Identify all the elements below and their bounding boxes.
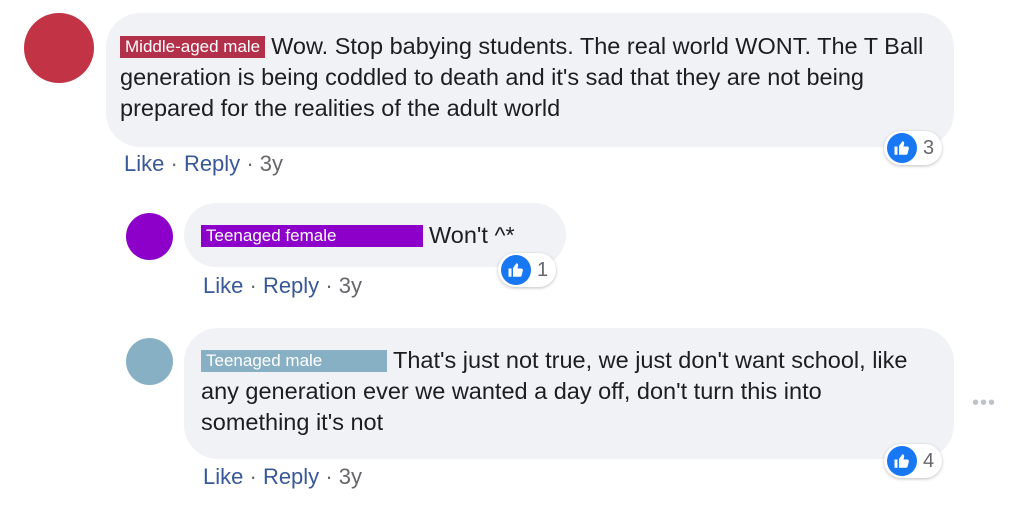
separator: ·: [249, 464, 257, 489]
reaction-count[interactable]: 3: [884, 131, 943, 165]
commenter-label: Middle-aged male: [120, 36, 266, 58]
comment-bubble: Teenaged male That's just not true, we ju…: [184, 328, 954, 459]
separator: ·: [249, 273, 257, 298]
avatar[interactable]: [126, 213, 173, 260]
thumbs-up-icon: [501, 255, 531, 285]
reply-link[interactable]: Reply: [184, 151, 240, 176]
comment-text: Won't ^*: [429, 222, 515, 248]
separator: ·: [325, 273, 333, 298]
reaction-count[interactable]: 4: [884, 444, 943, 478]
separator: ·: [325, 464, 333, 489]
separator: ·: [246, 151, 254, 176]
reply-link[interactable]: Reply: [263, 464, 319, 489]
commenter-label: Teenaged female: [201, 225, 423, 247]
comment-actions: Like · Reply · 3y: [203, 273, 362, 299]
reply-link[interactable]: Reply: [263, 273, 319, 298]
like-link[interactable]: Like: [203, 273, 243, 298]
like-link[interactable]: Like: [203, 464, 243, 489]
more-options-icon[interactable]: •••: [972, 392, 996, 415]
timestamp[interactable]: 3y: [260, 151, 283, 176]
avatar[interactable]: [126, 338, 173, 385]
reaction-number: 4: [923, 449, 935, 472]
timestamp[interactable]: 3y: [339, 273, 362, 298]
reaction-number: 3: [923, 136, 935, 159]
avatar[interactable]: [24, 13, 94, 83]
commenter-label: Teenaged male: [201, 350, 387, 372]
comment-actions: Like · Reply · 3y: [203, 464, 362, 490]
comment-bubble: Middle-aged male Wow. Stop babying studen…: [106, 13, 954, 147]
reaction-number: 1: [537, 258, 549, 281]
reaction-count[interactable]: 1: [498, 253, 557, 287]
comment-actions: Like · Reply · 3y: [124, 151, 283, 177]
timestamp[interactable]: 3y: [339, 464, 362, 489]
like-link[interactable]: Like: [124, 151, 164, 176]
thumbs-up-icon: [887, 133, 917, 163]
separator: ·: [170, 151, 178, 176]
thumbs-up-icon: [887, 446, 917, 476]
